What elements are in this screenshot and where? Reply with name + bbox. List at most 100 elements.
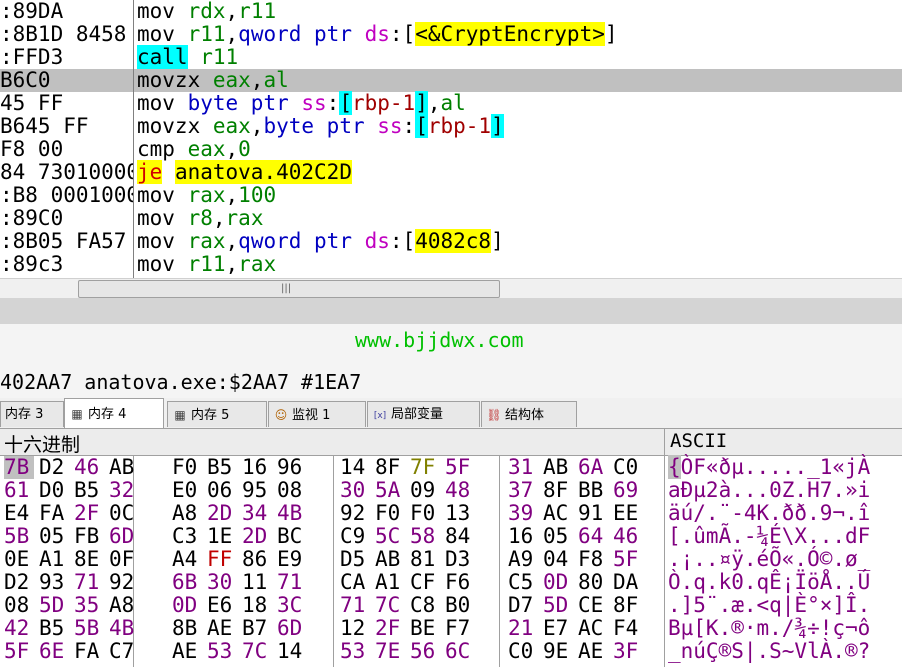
- hex-byte[interactable]: A8: [172, 502, 202, 525]
- hex-byte[interactable]: 8E: [74, 548, 104, 571]
- hex-byte[interactable]: 69: [613, 479, 643, 502]
- hex-byte[interactable]: 53: [340, 640, 370, 663]
- hex-byte[interactable]: 58: [410, 525, 440, 548]
- dump-row[interactable]: 42 B5 5B 4B 8B AE B7 6D 12 2F BE F7 21 E7 AC F4 Bµ[K.®·m…: [0, 617, 902, 640]
- hex-byte[interactable]: FB: [74, 525, 104, 548]
- hex-byte[interactable]: F4: [613, 617, 643, 640]
- disasm-row[interactable]: :B8 00010000mov rax,100: [0, 184, 902, 207]
- dump-row[interactable]: E4 FA 2F 0C A8 2D 34 4B 92 F0 F0 13 39 AC 91 EE äú/.¨-4K…: [0, 502, 902, 525]
- memory-dump-view[interactable]: 十六进制 ASCII 7B D2 46 AB F0 B5 16 96 14 8F 7F 5F 31 AB 6…: [0, 429, 902, 667]
- hex-byte[interactable]: 5F: [445, 456, 475, 479]
- hex-byte[interactable]: 39: [508, 502, 538, 525]
- tab-4[interactable]: ▦ 内存 4: [64, 398, 164, 428]
- ascii-text[interactable]: Ò.q.k0.qÊ¡ÏöÅ..Ú: [668, 571, 870, 594]
- hex-byte[interactable]: 1E: [207, 525, 237, 548]
- hex-byte[interactable]: AE: [578, 640, 608, 663]
- hex-byte[interactable]: 8F: [375, 456, 405, 479]
- disasm-row[interactable]: 84 73010000 je anatova.402C2D: [0, 160, 902, 184]
- hex-byte[interactable]: 0D: [172, 594, 202, 617]
- ascii-text[interactable]: .¡..¤ÿ.éÕ«.Ó©.ø_: [668, 548, 870, 571]
- hex-byte[interactable]: 14: [277, 640, 307, 663]
- hex-byte[interactable]: 04: [543, 548, 573, 571]
- hex-byte[interactable]: 7C: [242, 640, 272, 663]
- hex-byte[interactable]: 2F: [375, 617, 405, 640]
- hex-byte[interactable]: 30: [207, 571, 237, 594]
- hex-byte[interactable]: 8F: [543, 479, 573, 502]
- hex-byte[interactable]: 2D: [207, 502, 237, 525]
- hex-byte[interactable]: 08: [4, 594, 34, 617]
- hex-byte[interactable]: 46: [613, 525, 643, 548]
- hex-byte[interactable]: CE: [578, 594, 608, 617]
- disassembly-view[interactable]: :89DA mov rdx,r11:8B1D 8458 mov r11,qword …: [0, 0, 902, 278]
- hex-byte[interactable]: 84: [445, 525, 475, 548]
- hex-byte[interactable]: 11: [242, 571, 272, 594]
- hex-byte[interactable]: F6: [445, 571, 475, 594]
- hex-byte[interactable]: A1: [39, 548, 69, 571]
- dump-row[interactable]: 5B 05 FB 6D C3 1E 2D BC C9 5C 58 84 16 05 64 46 [.ûmÃ.-¼…: [0, 525, 902, 548]
- hex-byte[interactable]: 71: [74, 571, 104, 594]
- hex-byte[interactable]: AE: [207, 617, 237, 640]
- hex-byte[interactable]: A9: [508, 548, 538, 571]
- hex-byte[interactable]: 81: [410, 548, 440, 571]
- hex-column-header[interactable]: 十六进制: [4, 430, 80, 457]
- hex-byte[interactable]: 8F: [613, 594, 643, 617]
- hex-byte[interactable]: E4: [4, 502, 34, 525]
- hex-byte[interactable]: 7F: [410, 456, 440, 479]
- hex-byte[interactable]: 30: [340, 479, 370, 502]
- hex-byte[interactable]: 16: [508, 525, 538, 548]
- hex-byte[interactable]: 92: [340, 502, 370, 525]
- hex-byte[interactable]: E0: [172, 479, 202, 502]
- hex-byte[interactable]: F0: [375, 502, 405, 525]
- hex-byte[interactable]: B0: [445, 594, 475, 617]
- disasm-row[interactable]: :8B05 FA57 mov rax,qword ptr ds:[4082c8]: [0, 229, 902, 253]
- ascii-text[interactable]: {ÒF«ðµ....._1«jÀ: [668, 455, 870, 479]
- hex-byte[interactable]: 7E: [375, 640, 405, 663]
- hex-byte[interactable]: 7B: [4, 456, 34, 479]
- hex-byte[interactable]: C0: [508, 640, 538, 663]
- hex-byte[interactable]: 4B: [109, 617, 139, 640]
- hex-byte[interactable]: 93: [39, 571, 69, 594]
- hex-byte[interactable]: C5: [508, 571, 538, 594]
- hex-byte[interactable]: 64: [578, 525, 608, 548]
- hex-byte[interactable]: E9: [277, 548, 307, 571]
- tab-3[interactable]: 内存 3: [0, 401, 64, 427]
- disasm-row[interactable]: :89C0 mov r8,rax: [0, 207, 902, 230]
- hex-byte[interactable]: F0: [172, 456, 202, 479]
- hex-byte[interactable]: 5F: [4, 640, 34, 663]
- dump-row[interactable]: D2 93 71 92 6B 30 11 71 CA A1 CF F6 C5 0D 80 DA Ò.q.k0.q…: [0, 571, 902, 594]
- hex-byte[interactable]: AB: [543, 456, 573, 479]
- disasm-row-selected[interactable]: B6C0 movzx eax,al: [0, 69, 902, 92]
- hex-byte[interactable]: CA: [340, 571, 370, 594]
- hex-byte[interactable]: A4: [172, 548, 202, 571]
- hex-byte[interactable]: AE: [172, 640, 202, 663]
- hex-byte[interactable]: BE: [410, 617, 440, 640]
- ascii-text[interactable]: aÐµ2à...0Z.H7.»i: [668, 479, 870, 502]
- hex-byte[interactable]: 6D: [109, 525, 139, 548]
- hex-byte[interactable]: A8: [109, 594, 139, 617]
- hex-byte[interactable]: 71: [277, 571, 307, 594]
- hex-byte[interactable]: 6C: [445, 640, 475, 663]
- hex-byte[interactable]: 96: [277, 456, 307, 479]
- hex-byte[interactable]: 05: [39, 525, 69, 548]
- hex-byte[interactable]: 32: [109, 479, 139, 502]
- hex-byte[interactable]: 86: [242, 548, 272, 571]
- hex-byte[interactable]: 4B: [277, 502, 307, 525]
- hex-byte[interactable]: D7: [508, 594, 538, 617]
- hex-byte[interactable]: A1: [375, 571, 405, 594]
- tab-6[interactable]: ☺ 监视 1: [268, 401, 366, 427]
- hex-byte[interactable]: 5A: [375, 479, 405, 502]
- hex-byte[interactable]: 5C: [375, 525, 405, 548]
- hex-byte[interactable]: B5: [207, 456, 237, 479]
- hex-byte[interactable]: 0C: [109, 502, 139, 525]
- hex-byte[interactable]: 7C: [375, 594, 405, 617]
- hex-byte[interactable]: 35: [74, 594, 104, 617]
- hex-byte[interactable]: EE: [613, 502, 643, 525]
- hex-byte[interactable]: C9: [340, 525, 370, 548]
- hex-byte[interactable]: 12: [340, 617, 370, 640]
- hex-byte[interactable]: 5F: [613, 548, 643, 571]
- hex-byte[interactable]: 95: [242, 479, 272, 502]
- ascii-text[interactable]: [.ûmÃ.-¼É\X...dF: [668, 525, 870, 548]
- hex-byte[interactable]: C3: [172, 525, 202, 548]
- hex-byte[interactable]: 3F: [613, 640, 643, 663]
- hex-byte[interactable]: FA: [39, 502, 69, 525]
